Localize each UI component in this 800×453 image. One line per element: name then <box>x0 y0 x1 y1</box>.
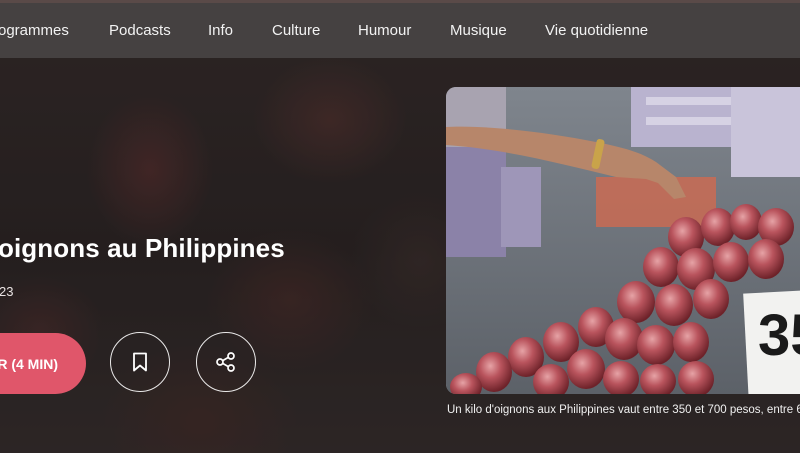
nav-item-podcasts[interactable]: Podcasts <box>109 3 171 58</box>
nav-item-musique[interactable]: Musique <box>450 3 507 58</box>
nav-item-culture[interactable]: Culture <box>272 3 320 58</box>
main-nav: ogrammes Podcasts Info Culture Humour Mu… <box>0 3 800 58</box>
bookmark-icon <box>133 352 147 372</box>
onion-market-image: 35 <box>446 87 800 394</box>
share-icon <box>216 352 235 372</box>
nav-item-programmes[interactable]: ogrammes <box>0 3 69 58</box>
play-button[interactable]: R (4 MIN) <box>0 333 86 394</box>
bookmark-button[interactable] <box>110 332 170 392</box>
nav-item-humour[interactable]: Humour <box>358 3 411 58</box>
article-title: oignons au Philippines <box>0 233 285 263</box>
article-date: 23 <box>0 284 14 299</box>
price-sign-text: 35 <box>758 303 800 368</box>
article-photo: 35 <box>446 87 800 394</box>
nav-item-vie-quotidienne[interactable]: Vie quotidienne <box>545 3 648 58</box>
share-button[interactable] <box>196 332 256 392</box>
photo-caption: Un kilo d'oignons aux Philippines vaut e… <box>447 404 800 416</box>
nav-item-info[interactable]: Info <box>208 3 233 58</box>
